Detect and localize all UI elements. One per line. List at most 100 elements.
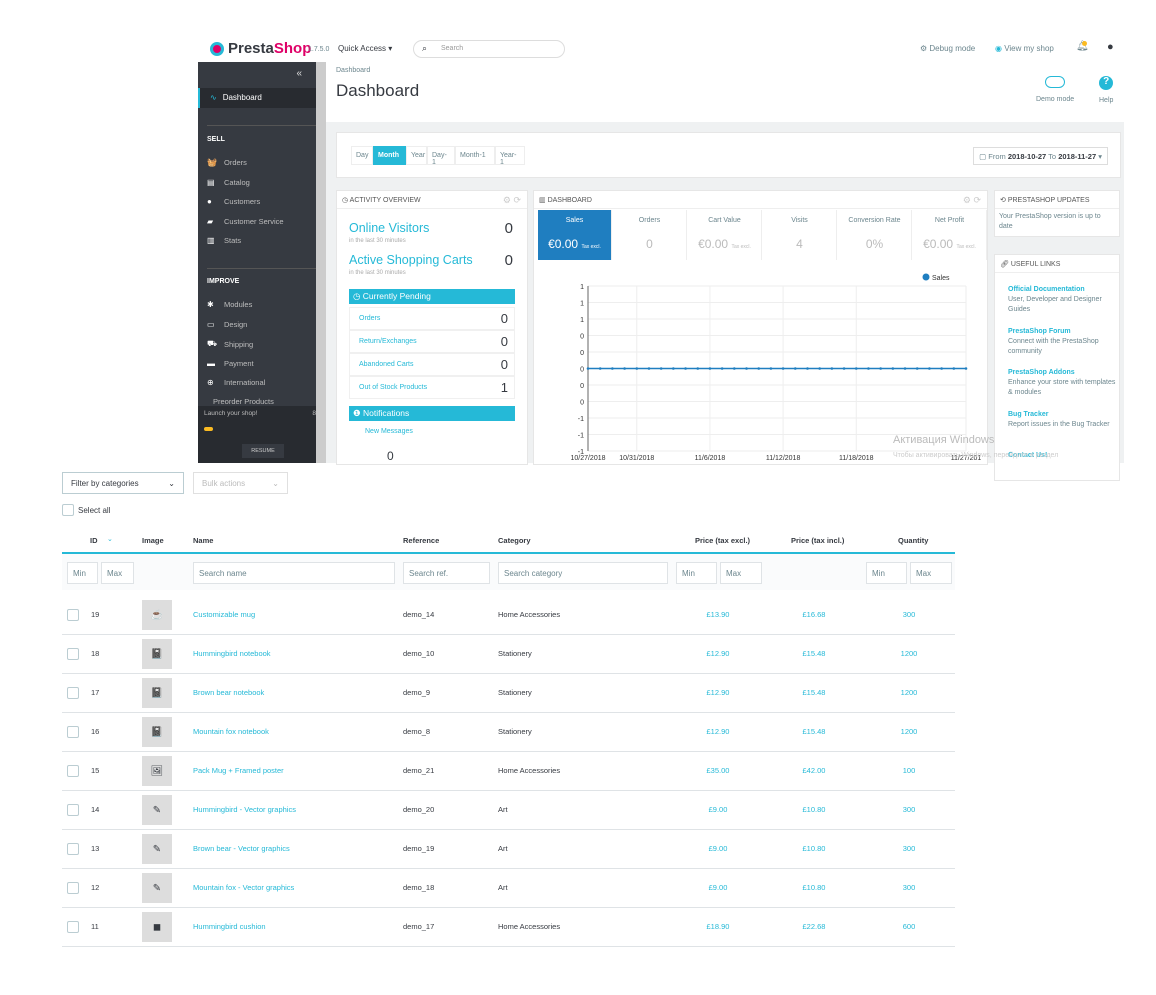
sidebar-item-design[interactable]: ▭ Design	[207, 320, 247, 329]
column-header-price-tax-incl-[interactable]: Price (tax incl.)	[791, 536, 844, 545]
price-tax-incl[interactable]: £42.00	[784, 766, 844, 775]
column-header-image[interactable]: Image	[142, 536, 164, 545]
product-name-link[interactable]: Pack Mug + Framed poster	[193, 766, 284, 775]
sidebar-item-shipping[interactable]: ⛟ Shipping	[207, 339, 253, 349]
search-name-input[interactable]: Search name	[193, 562, 395, 584]
product-thumbnail[interactable]: ✎	[142, 795, 172, 825]
column-header-category[interactable]: Category	[498, 536, 531, 545]
column-header-reference[interactable]: Reference	[403, 536, 439, 545]
pending-row[interactable]: Out of Stock Products 1	[349, 376, 515, 399]
quantity[interactable]: 1200	[879, 649, 939, 658]
sidebar-item-catalog[interactable]: ▤ Catalog	[207, 178, 250, 187]
quantity[interactable]: 300	[879, 883, 939, 892]
pending-row[interactable]: Abandoned Carts 0	[349, 353, 515, 376]
sidebar-item-orders[interactable]: 🧺 Orders	[207, 158, 247, 167]
breadcrumb[interactable]: Dashboard	[336, 67, 370, 74]
row-checkbox[interactable]	[67, 765, 79, 777]
product-thumbnail[interactable]: ✎	[142, 834, 172, 864]
pending-row[interactable]: Return/Exchanges 0	[349, 330, 515, 353]
quantity[interactable]: 300	[879, 844, 939, 853]
price-tax-incl[interactable]: £10.80	[784, 805, 844, 814]
search-input[interactable]: ⌕ Search	[413, 40, 565, 58]
price-tax-excl[interactable]: £12.90	[688, 727, 748, 736]
sidebar-item-payment[interactable]: ▬ Payment	[207, 359, 254, 368]
useful-link[interactable]: Official Documentation User, Developer an…	[1008, 285, 1118, 315]
row-checkbox[interactable]	[67, 804, 79, 816]
sidebar-item-modules[interactable]: ✱ Modules	[207, 300, 252, 309]
sidebar-item-customers[interactable]: ● Customers	[207, 197, 260, 206]
search-category-input[interactable]: Search category	[498, 562, 668, 584]
period-day-1[interactable]: Day-1	[427, 146, 455, 166]
price-tax-excl[interactable]: £18.90	[688, 922, 748, 931]
price-tax-incl[interactable]: £15.48	[784, 688, 844, 697]
panel-tools[interactable]: ⚙ ⟳	[963, 195, 981, 206]
qty-min-input[interactable]: Min	[866, 562, 907, 584]
quick-access-dropdown[interactable]: Quick Access ▾	[338, 44, 392, 53]
row-checkbox[interactable]	[67, 843, 79, 855]
link-title[interactable]: Official Documentation	[1008, 285, 1118, 295]
price-tax-excl[interactable]: £35.00	[688, 766, 748, 775]
period-day[interactable]: Day	[351, 146, 373, 165]
column-header-name[interactable]: Name	[193, 536, 213, 545]
period-month-1[interactable]: Month-1	[455, 146, 495, 165]
price-tax-incl[interactable]: £16.68	[784, 610, 844, 619]
sidebar-item-international[interactable]: ⊕ International	[207, 378, 265, 387]
row-checkbox[interactable]	[67, 687, 79, 699]
product-name-link[interactable]: Hummingbird cushion	[193, 922, 266, 931]
sidebar-item-preorder[interactable]: Preorder Products	[213, 397, 274, 406]
kpi-net-profit[interactable]: Net Profit €0.00 Tax excl.	[913, 210, 987, 260]
sidebar-item-dashboard[interactable]: ∿ Dashboard	[198, 88, 316, 108]
product-thumbnail[interactable]: 📓	[142, 678, 172, 708]
kpi-visits[interactable]: Visits 4	[763, 210, 837, 260]
link-title[interactable]: Bug Tracker	[1008, 410, 1118, 420]
online-visitors-label[interactable]: Online Visitors	[349, 221, 429, 235]
bulk-actions-dropdown[interactable]: Bulk actions ⌄	[193, 472, 288, 494]
link-title[interactable]: PrestaShop Forum	[1008, 327, 1118, 337]
price-tax-excl[interactable]: £9.00	[688, 883, 748, 892]
product-name-link[interactable]: Hummingbird notebook	[193, 649, 271, 658]
period-year-1[interactable]: Year-1	[495, 146, 525, 166]
price-tax-incl[interactable]: £10.80	[784, 883, 844, 892]
qty-max-input[interactable]: Max	[910, 562, 952, 584]
quantity[interactable]: 100	[879, 766, 939, 775]
price-tax-excl[interactable]: £13.90	[688, 610, 748, 619]
product-thumbnail[interactable]: ◼	[142, 912, 172, 942]
useful-link[interactable]: PrestaShop Forum Connect with the PrestaS…	[1008, 327, 1118, 357]
price-tax-incl[interactable]: £15.48	[784, 649, 844, 658]
panel-tools[interactable]: ⚙ ⟳	[503, 195, 521, 206]
row-checkbox[interactable]	[67, 609, 79, 621]
price-tax-excl[interactable]: £9.00	[688, 844, 748, 853]
select-all-checkbox[interactable]	[62, 504, 74, 516]
filter-by-categories-dropdown[interactable]: Filter by categories ⌄	[62, 472, 184, 494]
row-checkbox[interactable]	[67, 726, 79, 738]
select-all[interactable]: Select all	[62, 504, 110, 516]
price-tax-incl[interactable]: £15.48	[784, 727, 844, 736]
product-name-link[interactable]: Brown bear - Vector graphics	[193, 844, 290, 853]
product-name-link[interactable]: Brown bear notebook	[193, 688, 264, 697]
demo-mode-toggle[interactable]: Demo mode	[1036, 76, 1074, 103]
product-thumbnail[interactable]: 🖼	[142, 756, 172, 786]
view-shop-link[interactable]: ◉ View my shop	[995, 44, 1054, 53]
product-thumbnail[interactable]: 📓	[142, 717, 172, 747]
kpi-sales[interactable]: Sales €0.00 Tax excl.	[538, 210, 612, 260]
collapse-sidebar-button[interactable]: «	[296, 68, 302, 79]
sidebar-item-stats[interactable]: ▥ Stats	[207, 236, 241, 245]
kpi-conversion-rate[interactable]: Conversion Rate 0%	[838, 210, 912, 260]
useful-link[interactable]: PrestaShop Addons Enhance your store with…	[1008, 368, 1118, 398]
id-min-input[interactable]: Min	[67, 562, 98, 584]
sidebar-item-customer-service[interactable]: ▰ Customer Service	[207, 217, 284, 226]
product-name-link[interactable]: Hummingbird - Vector graphics	[193, 805, 296, 814]
price-max-input[interactable]: Max	[720, 562, 762, 584]
debug-mode-link[interactable]: ⚙ Debug mode	[920, 44, 975, 53]
price-tax-excl[interactable]: £12.90	[688, 688, 748, 697]
period-month[interactable]: Month	[373, 146, 406, 165]
bell-icon[interactable]: 🔔︎	[1076, 41, 1089, 52]
link-title[interactable]: PrestaShop Addons	[1008, 368, 1118, 378]
user-avatar-icon[interactable]: ●	[1107, 41, 1114, 53]
quantity[interactable]: 1200	[879, 727, 939, 736]
price-tax-excl[interactable]: £9.00	[688, 805, 748, 814]
kpi-cart-value[interactable]: Cart Value €0.00 Tax excl.	[688, 210, 762, 260]
price-min-input[interactable]: Min	[676, 562, 717, 584]
quantity[interactable]: 300	[879, 610, 939, 619]
date-range-picker[interactable]: ▢ From 2018-10-27 To 2018-11-27 ▾	[973, 147, 1108, 165]
